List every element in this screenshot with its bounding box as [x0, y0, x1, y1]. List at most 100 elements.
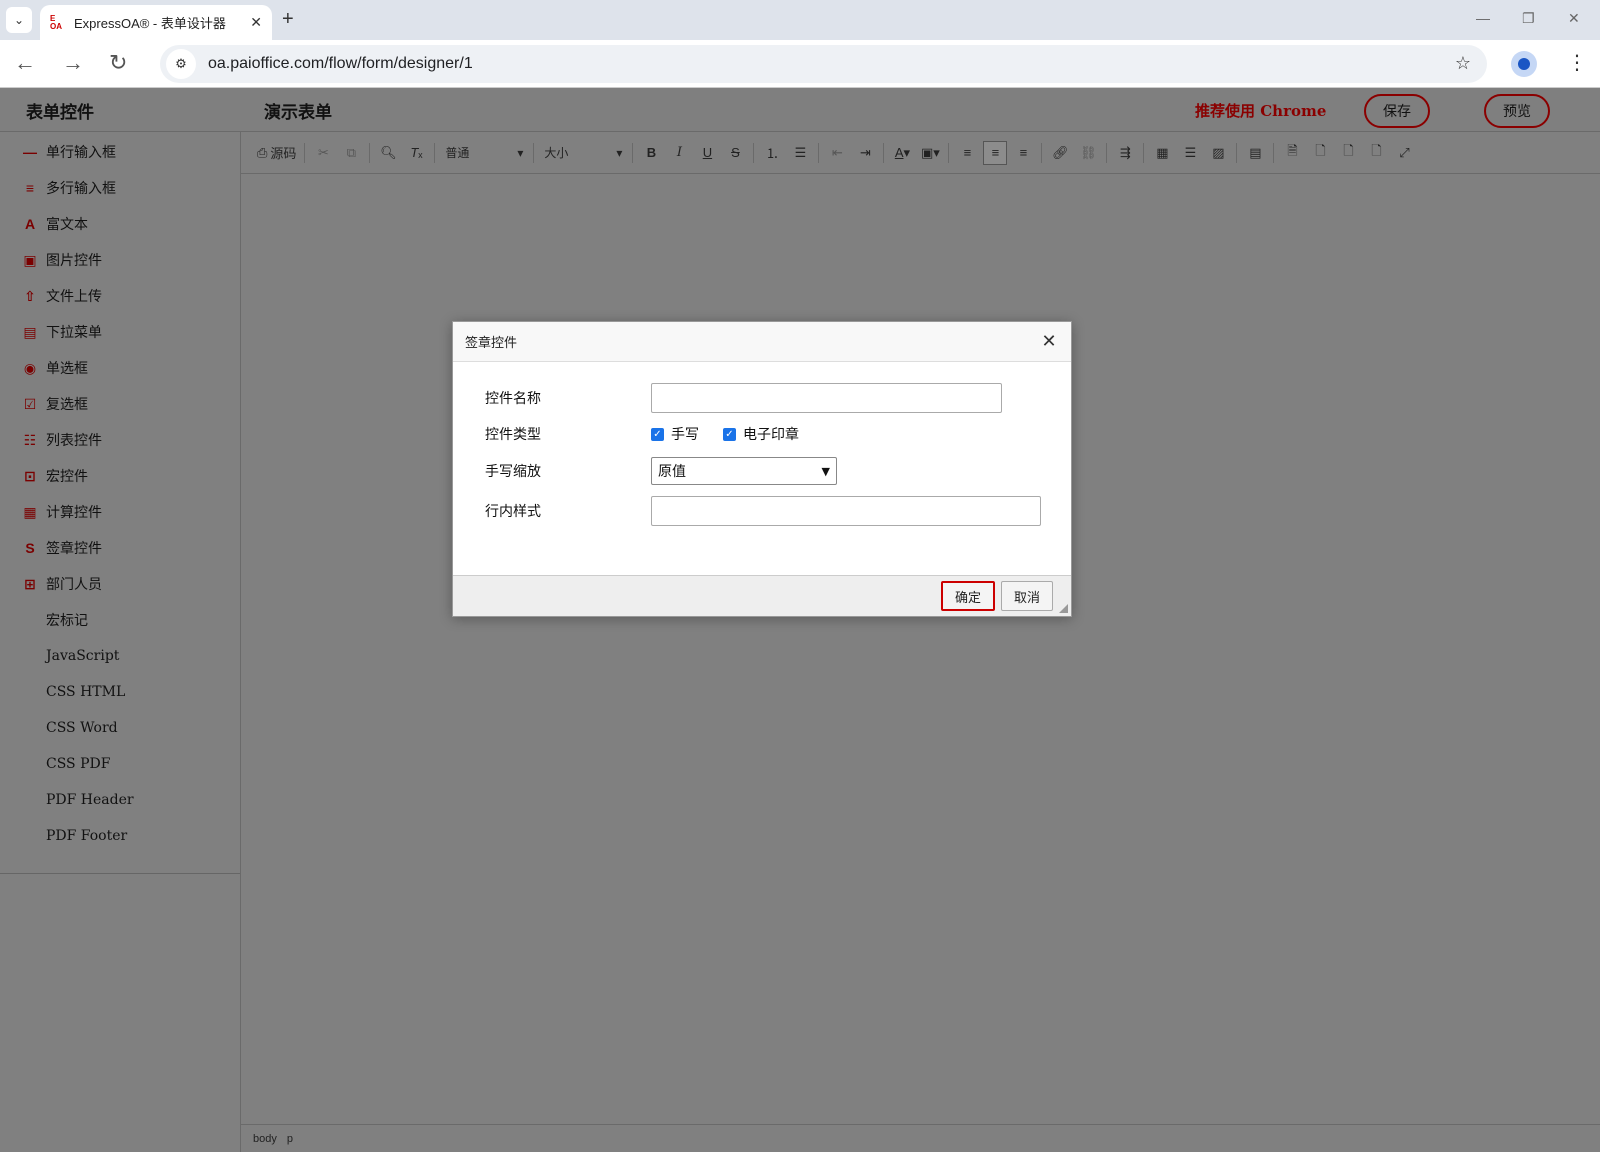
source-button[interactable]: ⎙ 源码 [255, 141, 298, 165]
save-button[interactable]: 保存 [1364, 94, 1430, 128]
maximize-icon[interactable]: ⤢ [1392, 141, 1416, 165]
checkbox-checked-icon[interactable]: ✓ [651, 427, 664, 441]
outdent-icon[interactable]: ⇤ [825, 141, 849, 165]
inline-style-input[interactable] [651, 496, 1041, 526]
bold-icon[interactable]: B [639, 141, 663, 165]
omnibox[interactable]: ⚙ oa.paioffice.com/flow/form/designer/1 … [160, 45, 1487, 83]
remove-format-icon[interactable]: Tₓ [404, 141, 428, 165]
sidebar-item-label: 富文本 [46, 217, 88, 233]
sidebar-item[interactable]: ≡ 多行输入框 [0, 170, 240, 206]
reload-icon[interactable]: ↻ [109, 50, 127, 76]
sidebar-item[interactable]: ⇧ 文件上传 [0, 278, 240, 314]
list-icon: ☷ [23, 431, 37, 448]
e-seal-checkbox[interactable]: ✓ 电子印章 [723, 424, 799, 444]
address-bar: ← → ↻ ⚙ oa.paioffice.com/flow/form/desig… [0, 40, 1600, 88]
bookmark-star-icon[interactable]: ☆ [1455, 53, 1471, 74]
unlink-icon[interactable]: ⛓ [1076, 141, 1100, 165]
sidebar-item[interactable]: JavaScript [0, 638, 240, 674]
toolbar-separator [304, 142, 306, 163]
sidebar-item[interactable]: ◉ 单选框 [0, 350, 240, 386]
word-import-icon[interactable]: 🗋 [1336, 141, 1360, 165]
format-select[interactable]: 普通 ▾ [439, 141, 529, 165]
text-color-icon[interactable]: A ▾ [890, 141, 914, 165]
department-icon: ⊞ [24, 575, 36, 592]
sidebar-item[interactable]: PDF Footer [0, 818, 240, 854]
cut-icon[interactable]: ✂ [311, 141, 335, 165]
path-p[interactable]: p [287, 1133, 293, 1145]
underline-icon[interactable]: U [695, 141, 719, 165]
sidebar-item[interactable]: CSS Word [0, 710, 240, 746]
sidebar-item-label: 列表控件 [46, 433, 102, 449]
minimize-icon[interactable]: — [1476, 10, 1490, 26]
new-tab-icon[interactable]: + [282, 8, 294, 31]
control-name-input[interactable] [651, 383, 1002, 413]
sidebar-item[interactable]: 宏标记 [0, 602, 240, 638]
browser-tab[interactable]: E OA ExpressOA® - 表单设计器 ✕ [40, 5, 272, 40]
site-settings-icon[interactable]: ⚙ [166, 49, 196, 79]
numbered-list-icon[interactable]: ⒈ [760, 141, 784, 165]
bulleted-list-icon[interactable]: ☰ [788, 141, 812, 165]
strikethrough-icon[interactable]: S [723, 141, 747, 165]
table-icon[interactable]: ▦ [1150, 141, 1174, 165]
forward-icon[interactable]: → [62, 50, 84, 76]
background-color-icon[interactable]: ▣▾ [918, 141, 942, 165]
handwriting-checkbox[interactable]: ✓ 手写 [651, 424, 699, 444]
scale-label: 手写缩放 [485, 464, 541, 480]
sidebar-item-label: PDF Footer [46, 828, 128, 844]
sidebar-item[interactable]: ⊡ 宏控件 [0, 458, 240, 494]
find-icon[interactable]: 🔍︎ [376, 141, 400, 165]
indent-icon[interactable]: ⇥ [853, 141, 877, 165]
toolbar-separator [1106, 142, 1108, 163]
sidebar-item[interactable]: CSS HTML [0, 674, 240, 710]
sidebar-item[interactable]: A 富文本 [0, 206, 240, 242]
insert-image-icon[interactable]: ▨ [1206, 141, 1230, 165]
e-seal-label: 电子印章 [743, 427, 799, 443]
sidebar-item[interactable]: ⊞ 部门人员 [0, 566, 240, 602]
toolbar-separator [1236, 142, 1238, 163]
dialog-title: 签章控件 [465, 335, 518, 350]
restore-icon[interactable]: ❐ [1522, 10, 1535, 27]
copy-icon[interactable]: ⧉ [339, 141, 363, 165]
sidebar-item[interactable]: ▦ 计算控件 [0, 494, 240, 530]
sidebar-item[interactable]: CSS PDF [0, 746, 240, 782]
preview-button[interactable]: 预览 [1484, 94, 1550, 128]
handwriting-scale-select[interactable]: 原值 ▼ [651, 457, 837, 485]
toolbar-separator [434, 142, 436, 163]
sidebar-item[interactable]: S 签章控件 [0, 530, 240, 566]
page-break-icon[interactable]: ▤ [1243, 141, 1267, 165]
pdf-icon[interactable]: 🗋 [1364, 141, 1388, 165]
word-export-icon[interactable]: 🗋 [1308, 141, 1332, 165]
sidebar-item[interactable]: ▤ 下拉菜单 [0, 314, 240, 350]
sidebar-item[interactable]: ☑ 复选框 [0, 386, 240, 422]
browser-menu-icon[interactable]: ⋮ [1567, 50, 1587, 75]
file-upload-icon: ⇧ [24, 287, 36, 304]
sidebar-item[interactable]: ▣ 图片控件 [0, 242, 240, 278]
tab-search-button[interactable]: ⌄ [6, 7, 32, 33]
align-right-icon[interactable]: ≡ [1011, 141, 1035, 165]
sidebar-item[interactable]: — 单行输入框 [0, 134, 240, 170]
sidebar-item-label: 下拉菜单 [46, 325, 102, 341]
dialog-close-icon[interactable]: ✕ [1039, 331, 1059, 352]
document-icon[interactable]: 🗎 [1280, 141, 1304, 165]
sidebar-item[interactable]: ☷ 列表控件 [0, 422, 240, 458]
window-close-icon[interactable]: ✕ [1568, 10, 1580, 27]
path-body[interactable]: body [253, 1133, 277, 1145]
horizontal-rule-icon[interactable]: ☰ [1178, 141, 1202, 165]
sidebar-item[interactable]: PDF Header [0, 782, 240, 818]
url-text[interactable]: oa.paioffice.com/flow/form/designer/1 [208, 55, 473, 73]
align-center-icon[interactable]: ≡ [983, 140, 1008, 165]
element-path-bar: body p [241, 1124, 1600, 1152]
size-select[interactable]: 大小 ▾ [538, 141, 628, 165]
handwriting-label: 手写 [671, 427, 699, 443]
italic-icon[interactable]: I [667, 141, 691, 165]
back-icon[interactable]: ← [14, 50, 36, 76]
link-icon[interactable]: 🔗︎ [1048, 141, 1072, 165]
cancel-button[interactable]: 取消 [1001, 581, 1053, 611]
insert-field-icon[interactable]: ⇶ [1113, 141, 1137, 165]
align-left-icon[interactable]: ≡ [955, 141, 979, 165]
checkbox-checked-icon[interactable]: ✓ [723, 427, 736, 441]
profile-avatar[interactable] [1511, 51, 1537, 77]
tab-close-icon[interactable]: ✕ [250, 14, 262, 31]
resize-handle[interactable] [1059, 604, 1068, 613]
confirm-button[interactable]: 确定 [941, 581, 995, 611]
